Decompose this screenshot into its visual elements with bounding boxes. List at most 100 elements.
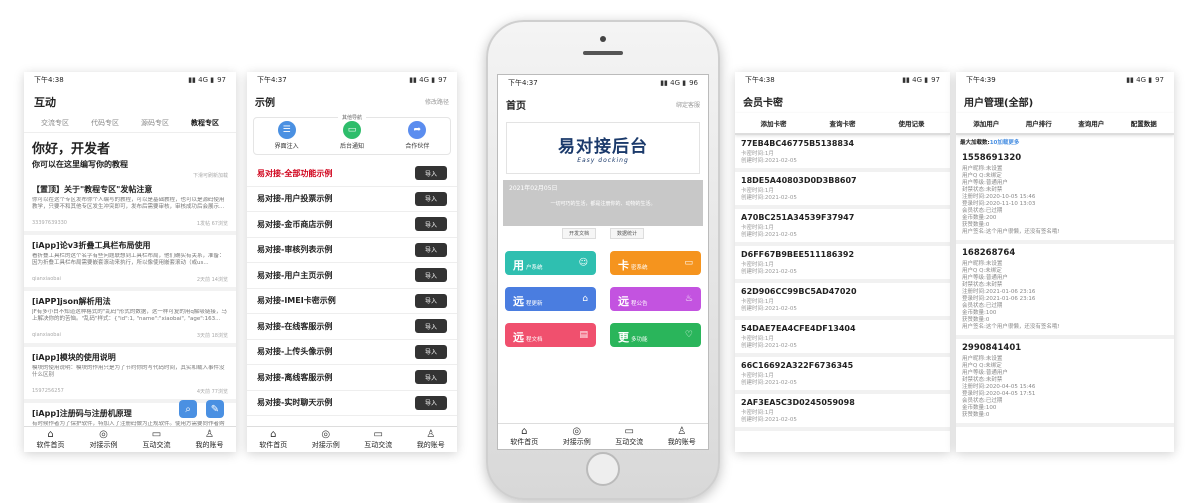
key-card[interactable]: D6FF67B9BEE511186392 卡密时间:1月 创建时间:2021-02-… (735, 246, 950, 283)
share-icon: ➦ (408, 121, 427, 139)
user-field: 用户Q Q:未绑定 (962, 173, 1002, 179)
key-code: 54DAE7EA4CFE4DF13404 (741, 324, 856, 333)
more-features-tile[interactable]: 更多功能 ♡ (610, 323, 701, 347)
key-created: 创建时间:2021-02-05 (741, 195, 797, 201)
nav-examples-label: 对接示例 (89, 440, 118, 449)
example-row: 易对接-上传头像示例 导入 (247, 340, 457, 365)
home-screen: 下午4:37 ▮▮ 4G ▮ 96 首页 绑定客服 易对接后台 Easy doc… (497, 74, 709, 450)
add-key-button[interactable]: 添加卡密 (761, 118, 787, 128)
edit-fab-icon[interactable]: ✎ (206, 400, 224, 418)
user-system-tile[interactable]: 用户系统 ☺ (505, 251, 596, 275)
tab-source[interactable]: 源码专区 (130, 118, 180, 128)
notice-message: 一切可巧的生活，都是注册你的、动物的生活。 (550, 201, 656, 207)
tile-label: 更多功能 (618, 326, 648, 345)
nav-examples[interactable]: ◎ 对接示例 (300, 427, 353, 452)
user-icon: ♙ (677, 425, 687, 437)
nav-community[interactable]: ▭ 互动交流 (130, 427, 183, 452)
home-icon: ⌂ (521, 425, 528, 437)
tab-code[interactable]: 代码专区 (80, 118, 130, 128)
search-fab-icon[interactable]: ⌕ (179, 400, 197, 418)
import-button[interactable]: 导入 (415, 166, 447, 181)
home-button[interactable] (586, 452, 620, 486)
nav-community[interactable]: ▭ 互动交流 (603, 424, 656, 449)
import-button[interactable]: 导入 (415, 319, 447, 334)
key-card[interactable]: 66C16692A322F6736345 卡密时间:1月 创建时间:2021-02-… (735, 357, 950, 394)
post-item[interactable]: [iApp]论v3折叠工具栏布局使用 看折叠工具栏的这个名字有些问题联想到工具栏… (24, 235, 236, 291)
key-duration: 卡密时间:1月 (741, 373, 774, 379)
tab-tutorial[interactable]: 教程专区 (180, 118, 230, 128)
user-field: 会员状态:已过期 (962, 208, 1003, 214)
key-card[interactable]: 18DE5A40803D0D3B8607 卡密时间:1月 创建时间:2021-02-… (735, 172, 950, 209)
add-user-button[interactable]: 添加用户 (973, 118, 999, 128)
user-card[interactable]: 2990841401 用户昵称:未设置 用户Q Q:未绑定 用户等级:普通用户 … (956, 339, 1174, 427)
heart-icon: ♡ (684, 330, 693, 340)
user-id: 2990841401 (962, 343, 1022, 353)
speaker-grille (583, 51, 623, 55)
import-button[interactable]: 导入 (415, 268, 447, 283)
tab-chat[interactable]: 交流专区 (30, 118, 80, 128)
query-key-button[interactable]: 查询卡密 (830, 118, 856, 128)
community-screen: 下午4:38 ▮▮ 4G ▮ 97 互动 交流专区 代码专区 源码专区 教程专区… (24, 72, 236, 452)
bind-service-link[interactable]: 绑定客服 (676, 100, 700, 109)
import-button[interactable]: 导入 (415, 395, 447, 410)
example-row: 易对接-用户主页示例 导入 (247, 263, 457, 289)
usage-log-button[interactable]: 使用记录 (899, 118, 925, 128)
nav-examples[interactable]: ◎ 对接示例 (77, 427, 130, 452)
remote-notice-tile[interactable]: 远程公告 ♨ (610, 287, 701, 311)
nav-account[interactable]: ♙ 我的账号 (183, 427, 236, 452)
key-duration: 卡密时间:1月 (741, 410, 774, 416)
user-ranking-button[interactable]: 用户排行 (1026, 118, 1052, 128)
notice-card: 2021年02月05日 一切可巧的生活，都是注册你的、动物的生活。 (503, 180, 703, 226)
nav-inject[interactable]: ☰ 界面注入 (275, 121, 299, 150)
bottom-nav: ⌂ 软件首页 ◎ 对接示例 ▭ 互动交流 ♙ 我的账号 (247, 426, 457, 452)
import-button[interactable]: 导入 (415, 242, 447, 257)
import-button[interactable]: 导入 (415, 217, 447, 232)
page-title: 会员卡密 (743, 98, 783, 109)
import-button[interactable]: 导入 (415, 344, 447, 359)
nav-home[interactable]: ⌂ 软件首页 (24, 427, 77, 452)
key-card[interactable]: 77EB4BC46775B5138834 卡密时间:1月 创建时间:2021-02-… (735, 135, 950, 172)
post-item[interactable]: [iApp]模块的使用说明 模块的使用说明：模块的作用只是为了节约你的写代码时间… (24, 347, 236, 403)
nav-home[interactable]: ⌂ 软件首页 (498, 424, 551, 449)
card-system-tile[interactable]: 卡密系统 ▭ (610, 251, 701, 275)
load-more-link[interactable]: 10加载更多 (990, 140, 1020, 146)
example-label: 易对接-全部功能示例 (257, 168, 333, 178)
config-data-button[interactable]: 配置数据 (1131, 118, 1157, 128)
category-tabs: 交流专区 代码专区 源码专区 教程专区 (24, 114, 236, 133)
tile-big: 用 (513, 258, 524, 272)
nav-notify[interactable]: ▭ 后台通知 (340, 121, 364, 150)
nav-examples[interactable]: ◎ 对接示例 (551, 424, 604, 449)
user-field: 注册时间:2021-01-06 23:16 (962, 289, 1036, 295)
nav-account[interactable]: ♙ 我的账号 (405, 427, 458, 452)
dev-docs-button[interactable]: 开发文档 (561, 228, 596, 239)
key-card[interactable]: A70BC251A34539F37947 卡密时间:1月 创建时间:2021-02-… (735, 209, 950, 246)
nav-community[interactable]: ▭ 互动交流 (352, 427, 405, 452)
remote-docs-tile[interactable]: 远程文档 ▤ (505, 323, 596, 347)
user-card[interactable]: 1558691320 用户昵称:未设置 用户Q Q:未绑定 用户等级:普通用户 … (956, 149, 1174, 244)
import-button[interactable]: 导入 (415, 293, 447, 308)
nav-home[interactable]: ⌂ 软件首页 (247, 427, 300, 452)
edit-path-link[interactable]: 修改路径 (425, 97, 449, 106)
query-user-button[interactable]: 查询用户 (1078, 118, 1104, 128)
import-button[interactable]: 导入 (415, 191, 447, 206)
nav-partner[interactable]: ➦ 合作伙伴 (405, 121, 429, 150)
stats-button[interactable]: 数据统计 (610, 228, 645, 239)
import-button[interactable]: 导入 (415, 370, 447, 385)
remote-update-tile[interactable]: 远程更新 ⌂ (505, 287, 596, 311)
example-label: 易对接-上传头像示例 (257, 347, 333, 357)
post-item[interactable]: [iAPP]json解析用法 JF有多小白不知道这种格式的"乱码"形式的数据，这… (24, 291, 236, 347)
notice-date: 2021年02月05日 (509, 185, 558, 192)
key-card[interactable]: 2AF3EA5C3D0245059098 卡密时间:1月 创建时间:2021-02-… (735, 394, 950, 431)
tile-label: 卡密系统 (618, 254, 648, 273)
status-time: 下午4:39 (966, 76, 996, 84)
user-icon: ♙ (426, 428, 436, 440)
nav-account[interactable]: ♙ 我的账号 (656, 424, 709, 449)
key-created: 创建时间:2021-02-05 (741, 269, 797, 275)
user-card[interactable]: 168268764 用户昵称:未设置 用户Q Q:未绑定 用户等级:普通用户 封… (956, 244, 1174, 339)
key-card[interactable]: 54DAE7EA4CFE4DF13404 卡密时间:1月 创建时间:2021-02-… (735, 320, 950, 357)
post-item[interactable]: 【置顶】关于"教程专区"发帖注意 你可以在这个专区发布你个人编写的教程，可以是基… (24, 179, 236, 235)
key-card[interactable]: 62D906CC99BC5AD47020 卡密时间:1月 创建时间:2021-02-… (735, 283, 950, 320)
user-field: 会员状态:已过期 (962, 303, 1003, 309)
nav-home-label: 软件首页 (259, 440, 288, 449)
tile-small: 户系统 (526, 264, 543, 271)
